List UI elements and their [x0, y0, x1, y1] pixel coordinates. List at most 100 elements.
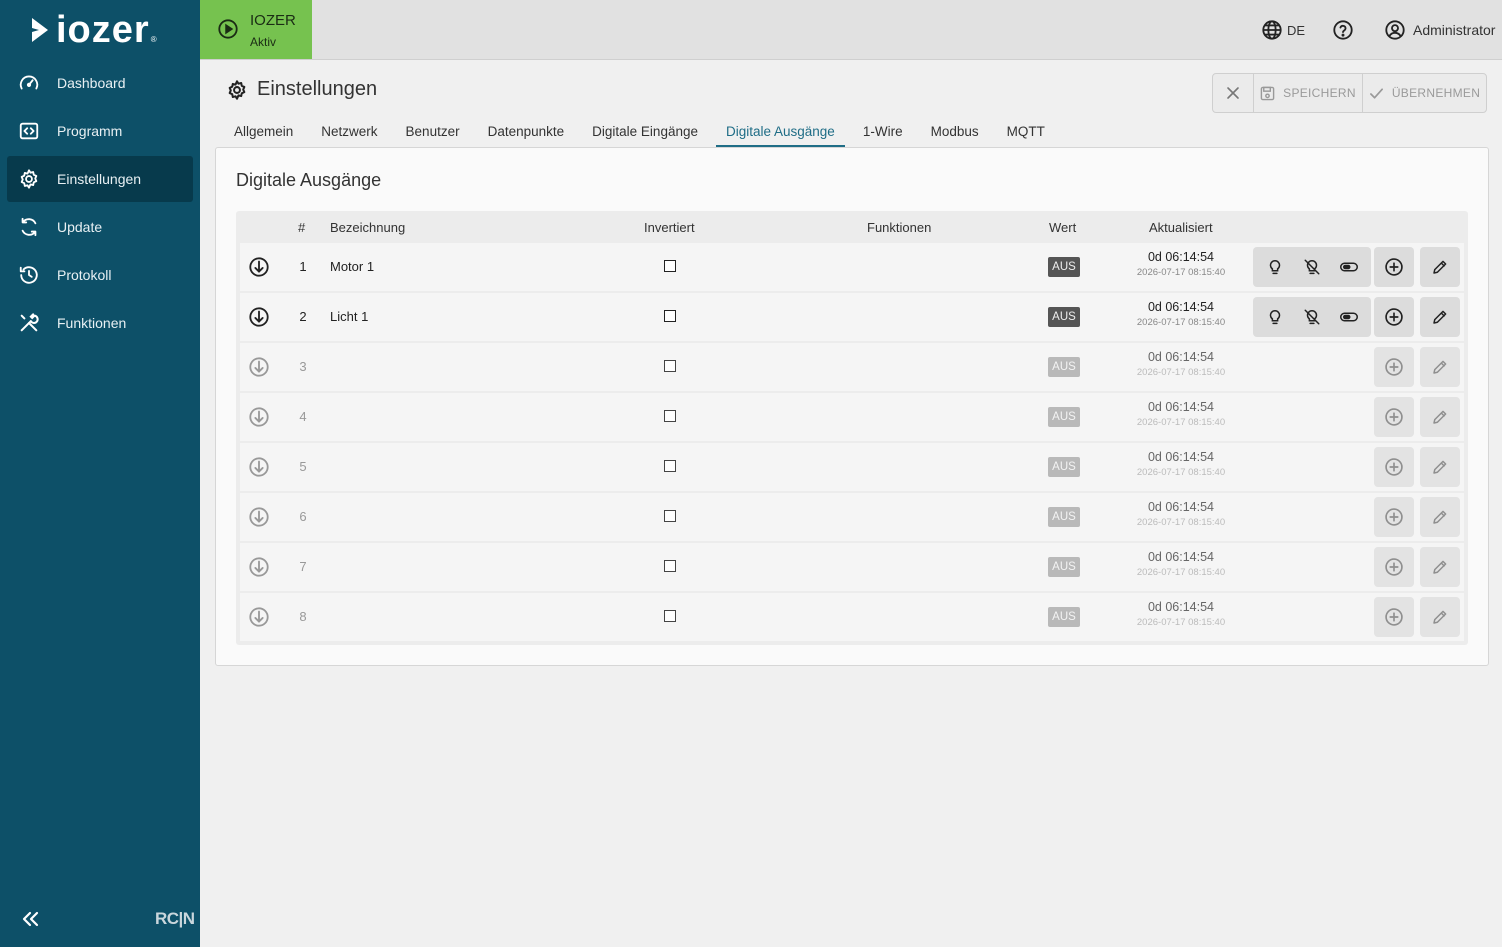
pencil-icon: [1433, 510, 1447, 524]
sidebar-item-label: Update: [57, 219, 103, 235]
close-icon: [1227, 87, 1239, 99]
outputs-card: Digitale Ausgänge # Bezeichnung Invertie…: [215, 147, 1489, 666]
table-row: 6 AUS 0d 06:14:54 2026-07-17 08:15:40: [240, 493, 1464, 541]
timestamp-text: 2026-07-17 08:15:40: [1136, 367, 1226, 378]
play-circle-icon: [218, 19, 238, 39]
sidebar-item-einstellungen[interactable]: Einstellungen: [7, 156, 193, 202]
sidebar-item-protokoll[interactable]: Protokoll: [7, 252, 193, 298]
plus-circle-icon: [1385, 258, 1403, 276]
edit-button[interactable]: [1420, 247, 1460, 287]
add-button[interactable]: [1374, 497, 1414, 537]
inverted-checkbox[interactable]: [664, 410, 676, 422]
output-arrow-icon: [249, 307, 269, 327]
timestamp-text: 2026-07-17 08:15:40: [1136, 617, 1226, 628]
value-badge: AUS: [1048, 257, 1080, 277]
sidebar-item-update[interactable]: Update: [7, 204, 193, 250]
add-button[interactable]: [1374, 597, 1414, 637]
apply-button[interactable]: ÜBERNEHMEN: [1363, 74, 1486, 112]
value-badge: AUS: [1048, 407, 1080, 427]
toggle-button[interactable]: [1334, 252, 1364, 282]
output-arrow-icon: [249, 257, 269, 277]
inverted-checkbox[interactable]: [664, 260, 676, 272]
plus-circle-icon: [1385, 458, 1403, 476]
inverted-checkbox[interactable]: [664, 310, 676, 322]
plus-circle-icon: [1385, 558, 1403, 576]
updated-cell: 0d 06:14:54 2026-07-17 08:15:40: [1124, 600, 1238, 628]
sidebar-item-funktionen[interactable]: Funktionen: [7, 300, 193, 346]
plus-circle-icon: [1385, 608, 1403, 626]
timestamp-text: 2026-07-17 08:15:40: [1136, 317, 1226, 328]
switch-off-button[interactable]: [1297, 252, 1327, 282]
add-button[interactable]: [1374, 297, 1414, 337]
edit-button[interactable]: [1420, 597, 1460, 637]
inverted-checkbox[interactable]: [664, 610, 676, 622]
tab-benutzer[interactable]: Benutzer: [396, 120, 470, 147]
add-button[interactable]: [1374, 447, 1414, 487]
sidebar-nav: Dashboard Programm Einstellungen Update …: [7, 60, 193, 348]
collapse-sidebar-button[interactable]: [18, 906, 42, 932]
add-button[interactable]: [1374, 247, 1414, 287]
inverted-checkbox[interactable]: [664, 560, 676, 572]
sidebar-item-dashboard[interactable]: Dashboard: [7, 60, 193, 106]
tab-allgemein[interactable]: Allgemein: [224, 120, 303, 147]
close-button[interactable]: [1213, 74, 1254, 112]
help-button[interactable]: [1332, 19, 1354, 41]
edit-button[interactable]: [1420, 397, 1460, 437]
user-menu[interactable]: Administrator: [1384, 19, 1495, 41]
tab-modbus[interactable]: Modbus: [921, 120, 989, 147]
edit-button[interactable]: [1420, 347, 1460, 387]
inverted-checkbox[interactable]: [664, 510, 676, 522]
add-button[interactable]: [1374, 347, 1414, 387]
column-header-functions: Funktionen: [867, 220, 932, 235]
toggle-button[interactable]: [1334, 302, 1364, 332]
tab-mqtt[interactable]: MQTT: [997, 120, 1055, 147]
updated-cell: 0d 06:14:54 2026-07-17 08:15:40: [1124, 250, 1238, 278]
plus-circle-icon: [1385, 358, 1403, 376]
help-icon: [1333, 20, 1353, 40]
globe-icon: [1262, 20, 1282, 40]
add-button[interactable]: [1374, 547, 1414, 587]
edit-button[interactable]: [1420, 547, 1460, 587]
tab-datenpunkte[interactable]: Datenpunkte: [478, 120, 575, 147]
status-title: IOZER: [250, 12, 296, 29]
pencil-icon: [1433, 360, 1447, 374]
toggle-icon: [1339, 262, 1358, 272]
system-status[interactable]: IOZER Aktiv: [200, 0, 312, 59]
tab-digitale-eingaenge[interactable]: Digitale Eingänge: [582, 120, 708, 147]
switch-on-button[interactable]: [1260, 252, 1290, 282]
output-arrow-icon: [249, 507, 269, 527]
row-number: 4: [299, 409, 307, 424]
tab-digitale-ausgaenge[interactable]: Digitale Ausgänge: [715, 120, 845, 147]
language-switcher[interactable]: DE: [1261, 19, 1305, 41]
table-header: # Bezeichnung Invertiert Funktionen Wert…: [236, 211, 1468, 243]
check-icon: [1369, 87, 1383, 99]
tab-1-wire[interactable]: 1-Wire: [853, 120, 913, 147]
sidebar-item-label: Protokoll: [57, 267, 112, 283]
updated-cell: 0d 06:14:54 2026-07-17 08:15:40: [1124, 300, 1238, 328]
outputs-table: # Bezeichnung Invertiert Funktionen Wert…: [236, 211, 1468, 645]
switch-on-button[interactable]: [1260, 302, 1290, 332]
uptime-text: 0d 06:14:54: [1147, 350, 1215, 364]
row-number: 2: [299, 309, 307, 324]
switch-off-button[interactable]: [1297, 302, 1327, 332]
inverted-checkbox[interactable]: [664, 360, 676, 372]
edit-button[interactable]: [1420, 447, 1460, 487]
save-button[interactable]: SPEICHERN: [1254, 74, 1363, 112]
value-badge: AUS: [1048, 457, 1080, 477]
row-number: 7: [299, 559, 307, 574]
row-number: 8: [299, 609, 307, 624]
logo-text: IOZER: [56, 9, 150, 51]
edit-button[interactable]: [1420, 297, 1460, 337]
timestamp-text: 2026-07-17 08:15:40: [1136, 567, 1226, 578]
table-row: 2 Licht 1 AUS 0d 06:14:54 2026-07-17 08:…: [240, 293, 1464, 341]
plus-circle-icon: [1385, 308, 1403, 326]
updated-cell: 0d 06:14:54 2026-07-17 08:15:40: [1124, 400, 1238, 428]
inverted-checkbox[interactable]: [664, 460, 676, 472]
row-name: Licht 1: [330, 309, 369, 324]
tab-netzwerk[interactable]: Netzwerk: [311, 120, 387, 147]
timestamp-text: 2026-07-17 08:15:40: [1136, 417, 1226, 428]
edit-button[interactable]: [1420, 497, 1460, 537]
add-button[interactable]: [1374, 397, 1414, 437]
sidebar-item-programm[interactable]: Programm: [7, 108, 193, 154]
column-header-inverted: Invertiert: [644, 220, 695, 235]
